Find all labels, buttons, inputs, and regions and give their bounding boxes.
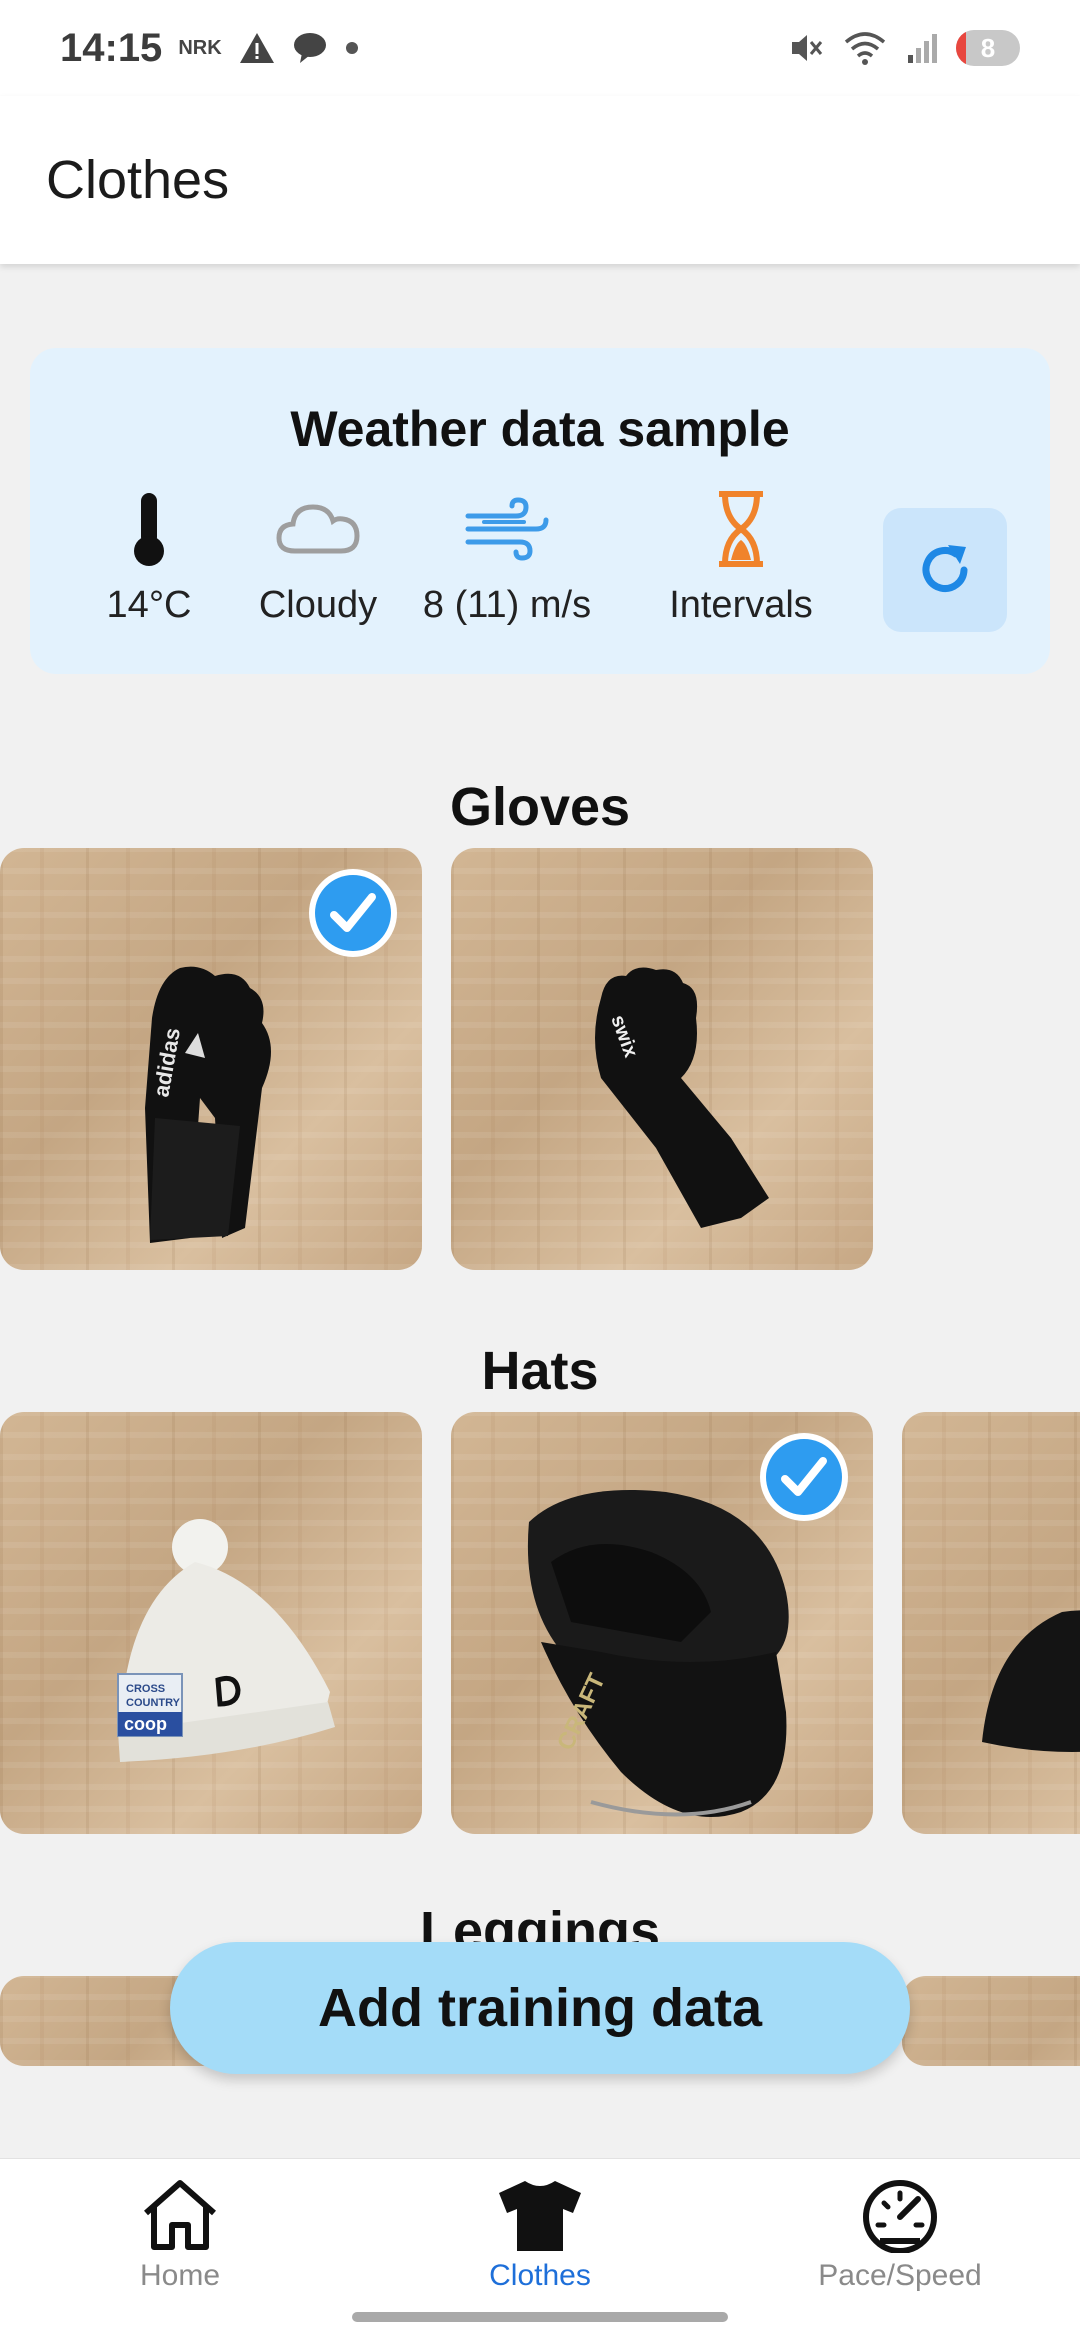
cloud-icon xyxy=(276,504,360,554)
hat-photo xyxy=(982,1610,1080,1752)
refresh-icon xyxy=(922,545,968,592)
hat-item-black-beanie[interactable] xyxy=(902,1412,1080,1834)
app-bar: Clothes xyxy=(0,96,1080,264)
add-training-data-button[interactable]: Add training data xyxy=(170,1942,910,2074)
wifi-icon xyxy=(844,32,886,65)
status-left: 14:15 NRK xyxy=(60,26,360,71)
svg-text:CROSS: CROSS xyxy=(126,1683,165,1695)
wind-icon xyxy=(465,497,549,561)
temperature-value: 14°C xyxy=(106,584,192,626)
home-indicator[interactable] xyxy=(352,2312,728,2322)
thermometer-icon xyxy=(134,493,164,566)
svg-text:COUNTRY: COUNTRY xyxy=(126,1697,181,1709)
glove-item-swix[interactable]: swix xyxy=(451,848,873,1270)
screen: 14:15 NRK 8 Clothes Weather data sample … xyxy=(0,0,1080,2340)
wind-value: 8 (11) m/s xyxy=(422,584,592,626)
nav-label-home: Home xyxy=(139,2259,221,2292)
glove-item-adidas[interactable]: adidas xyxy=(0,848,422,1270)
section-title-gloves: Gloves xyxy=(449,777,631,837)
page-title: Clothes xyxy=(46,150,230,210)
weather-card: Weather data sample 14°C Cloudy 8 (11) m… xyxy=(30,348,1050,674)
hat-item-black-cap[interactable]: CRAFT xyxy=(451,1412,873,1834)
checkmark-icon xyxy=(781,1457,827,1496)
home-icon xyxy=(144,2180,216,2250)
nav-item-home[interactable]: Home xyxy=(120,2177,240,2293)
signal-icon xyxy=(908,34,937,63)
leggings-item[interactable] xyxy=(902,1976,1080,2066)
selected-check xyxy=(309,869,397,957)
weather-activity: Intervals xyxy=(621,488,861,627)
dot-icon xyxy=(345,42,358,54)
refresh-weather-button[interactable] xyxy=(883,508,1007,632)
selected-check xyxy=(760,1433,848,1521)
battery-level: 8 xyxy=(980,32,996,63)
condition-value: Cloudy xyxy=(258,584,378,626)
status-time: 14:15 xyxy=(60,25,163,70)
nav-label-pace-speed: Pace/Speed xyxy=(818,2259,982,2292)
weather-wind: 8 (11) m/s xyxy=(387,488,627,627)
chat-bubble-icon xyxy=(293,33,326,63)
activity-value: Intervals xyxy=(669,584,813,626)
checkmark-icon xyxy=(330,893,376,932)
status-right: 8 xyxy=(788,30,1020,66)
hat-photo: CROSS COUNTRY coop xyxy=(117,1519,335,1762)
warning-icon xyxy=(239,33,274,63)
battery-indicator: 8 xyxy=(956,30,1020,66)
nav-label-clothes: Clothes xyxy=(489,2259,591,2292)
nrk-notification-icon: NRK xyxy=(178,36,222,59)
hat-item-white[interactable]: CROSS COUNTRY coop xyxy=(0,1412,422,1834)
svg-text:coop: coop xyxy=(124,1714,167,1734)
hourglass-icon xyxy=(719,491,763,567)
nav-item-pace-speed[interactable]: Pace/Speed xyxy=(810,2177,990,2293)
weather-card-title: Weather data sample xyxy=(290,401,790,457)
speedometer-icon xyxy=(863,2180,937,2253)
nav-item-clothes[interactable]: Clothes xyxy=(480,2177,600,2293)
glove-photo: swix xyxy=(595,967,769,1228)
status-bar: 14:15 NRK 8 xyxy=(0,0,1080,96)
tshirt-icon xyxy=(499,2181,581,2251)
mute-icon xyxy=(792,35,823,61)
section-title-hats: Hats xyxy=(481,1341,599,1401)
